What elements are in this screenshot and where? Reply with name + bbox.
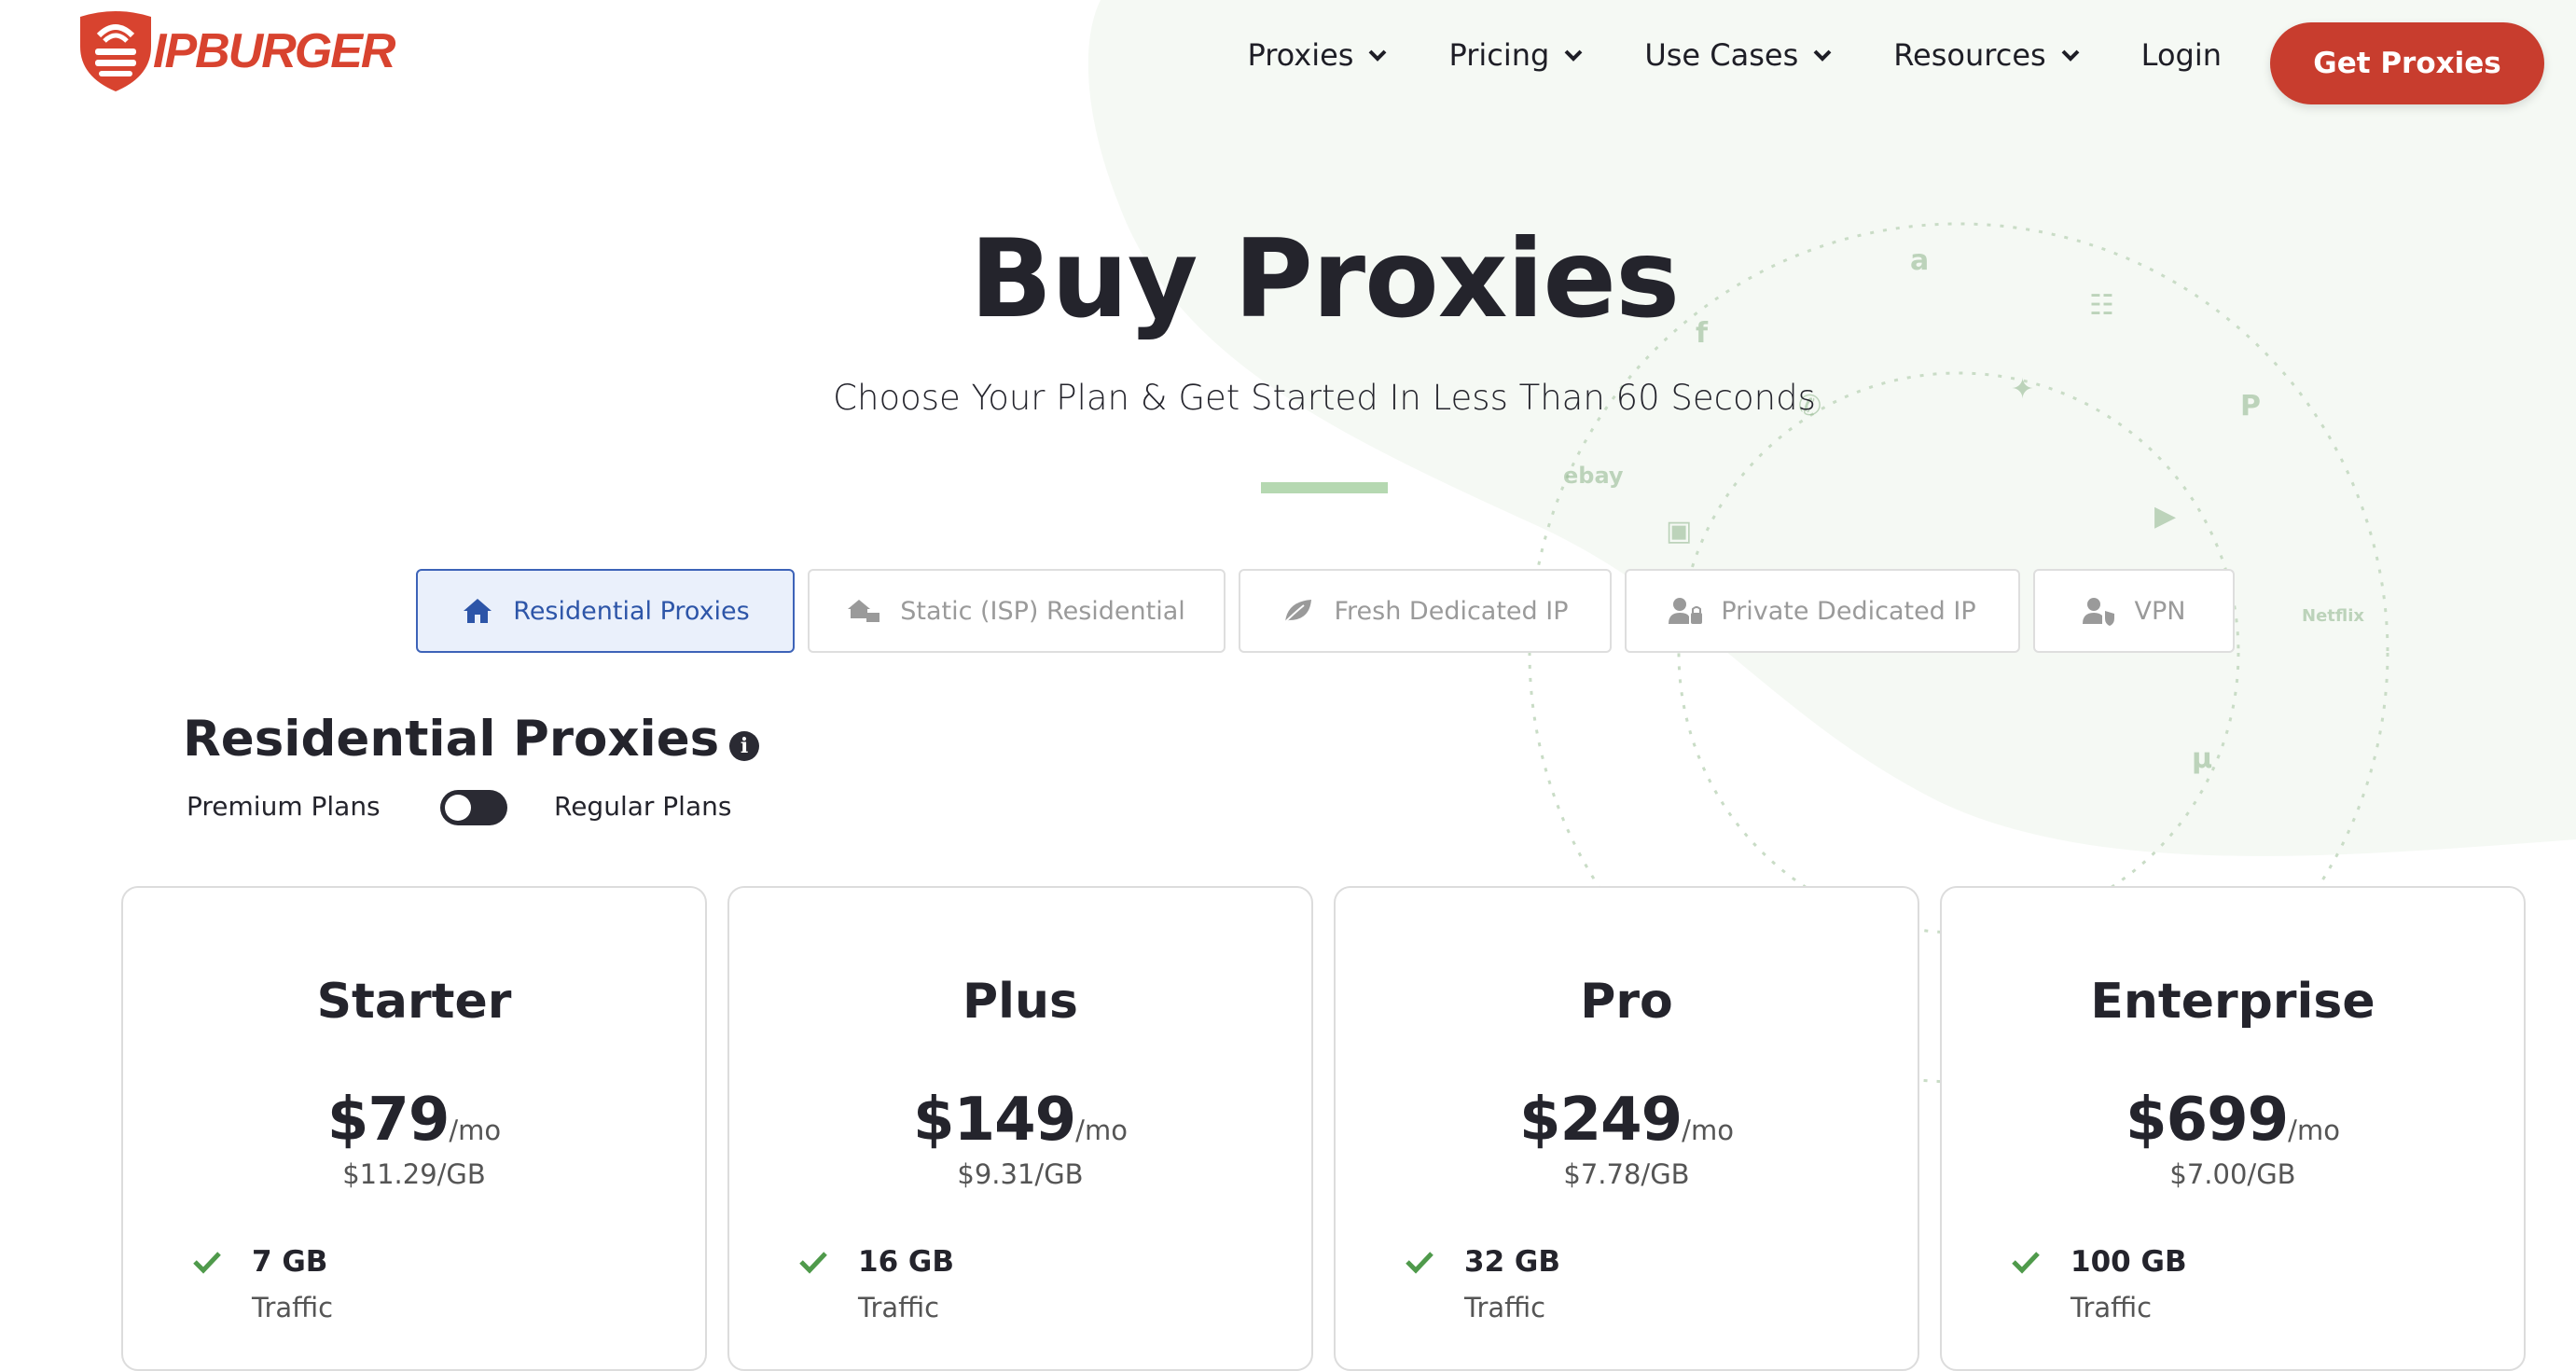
traffic-amount: 100 GB [2070,1245,2187,1279]
premium-plans-label: Premium Plans [187,791,381,822]
section-title: Residential Proxies [183,711,720,768]
tab-label: Private Dedicated IP [1721,596,1976,626]
nav-pricing[interactable]: Pricing [1448,37,1583,73]
tab-vpn[interactable]: VPN [2033,569,2235,653]
price-period: /mo [449,1115,502,1146]
plan-price: $149 [913,1086,1076,1155]
tab-label: Static (ISP) Residential [900,596,1185,626]
traffic-label: Traffic [252,1292,334,1323]
price-row: $249/mo [1336,1086,1918,1155]
nav-login-label: Login [2140,37,2222,73]
user-shield-icon [2082,598,2114,626]
burger-shield-icon [80,11,151,91]
check-icon [1406,1252,1433,1274]
chevron-down-icon [1369,49,1387,62]
nav-login[interactable]: Login [2141,37,2222,73]
title-divider [1261,482,1388,493]
check-icon [799,1252,827,1274]
plan-card-pro: Pro $249/mo $7.78/GB 32 GB Traffic [1334,886,1919,1371]
nav-resources-label: Resources [1893,37,2046,73]
page-subtitle: Choose Your Plan & Get Started In Less T… [833,378,1816,418]
price-per-gb: $9.31/GB [957,1158,1084,1190]
home-icon [464,599,492,623]
traffic-amount: 32 GB [1464,1245,1561,1279]
brand-logo[interactable]: IPBURGER [75,9,395,93]
price-per-gb: $7.78/GB [1563,1158,1690,1190]
check-icon [193,1252,221,1274]
traffic-label: Traffic [1464,1292,1546,1323]
utorrent-icon: µ [2192,742,2213,775]
tab-static-isp-residential[interactable]: Static (ISP) Residential [808,569,1226,653]
nav-resources[interactable]: Resources [1893,37,2080,73]
get-proxies-button[interactable]: Get Proxies [2270,22,2544,104]
tab-label: Fresh Dedicated IP [1334,596,1569,626]
check-icon [2012,1252,2040,1274]
toggle-knob [445,795,471,821]
regular-plans-label: Regular Plans [554,791,732,822]
tab-label: VPN [2134,596,2186,626]
nav-proxies-label: Proxies [1247,37,1354,73]
price-period: /mo [2288,1115,2340,1146]
plan-card-starter: Starter $79/mo $11.29/GB 7 GB Traffic [121,886,707,1371]
page-title: Buy Proxies [969,216,1680,342]
traffic-amount: 16 GB [858,1245,955,1279]
plan-card-plus: Plus $149/mo $9.31/GB 16 GB Traffic [727,886,1313,1371]
product-tabs: Residential Proxies Static (ISP) Residen… [416,569,2248,653]
plan-price: $699 [2126,1086,2289,1155]
tab-residential-proxies[interactable]: Residential Proxies [416,569,795,653]
plan-name: Enterprise [2090,974,2375,1030]
nav-proxies[interactable]: Proxies [1247,37,1387,73]
main-nav: Proxies Pricing Use Cases Resources Logi… [1185,37,2222,73]
price-row: $79/mo [123,1086,705,1155]
tab-fresh-dedicated-ip[interactable]: Fresh Dedicated IP [1239,569,1612,653]
price-per-gb: $7.00/GB [2169,1158,2296,1190]
plan-type-toggle[interactable] [440,790,507,825]
chevron-down-icon [2061,49,2080,62]
plan-name: Starter [316,974,512,1030]
price-period: /mo [1682,1115,1734,1146]
user-lock-icon [1669,598,1703,624]
nav-pricing-label: Pricing [1448,37,1550,73]
chevron-down-icon [1564,49,1583,62]
house-network-icon [848,600,880,622]
plan-name: Plus [963,974,1078,1030]
price-row: $699/mo [1942,1086,2524,1155]
tab-label: Residential Proxies [513,596,750,626]
youtube-icon: ▶ [2154,500,2177,533]
traffic-label: Traffic [858,1292,940,1323]
plan-card-enterprise: Enterprise $699/mo $7.00/GB 100 GB Traff… [1940,886,2526,1371]
nav-use-cases[interactable]: Use Cases [1644,37,1832,73]
brand-wordmark: IPBURGER [153,24,395,78]
price-per-gb: $11.29/GB [342,1158,486,1190]
traffic-amount: 7 GB [252,1245,328,1279]
tab-private-dedicated-ip[interactable]: Private Dedicated IP [1625,569,2020,653]
nav-use-cases-label: Use Cases [1644,37,1799,73]
plan-price: $249 [1519,1086,1683,1155]
traffic-label: Traffic [2070,1292,2153,1323]
price-period: /mo [1075,1115,1128,1146]
instagram-icon: ▣ [1666,515,1693,547]
price-row: $149/mo [729,1086,1311,1155]
chevron-down-icon [1813,49,1832,62]
info-icon[interactable]: i [729,731,759,761]
leaf-icon [1284,600,1312,623]
ebay-icon: ebay [1563,463,1624,489]
netflix-icon: Netflix [2302,606,2364,626]
plan-price: $79 [326,1086,450,1155]
plan-name: Pro [1580,974,1673,1030]
